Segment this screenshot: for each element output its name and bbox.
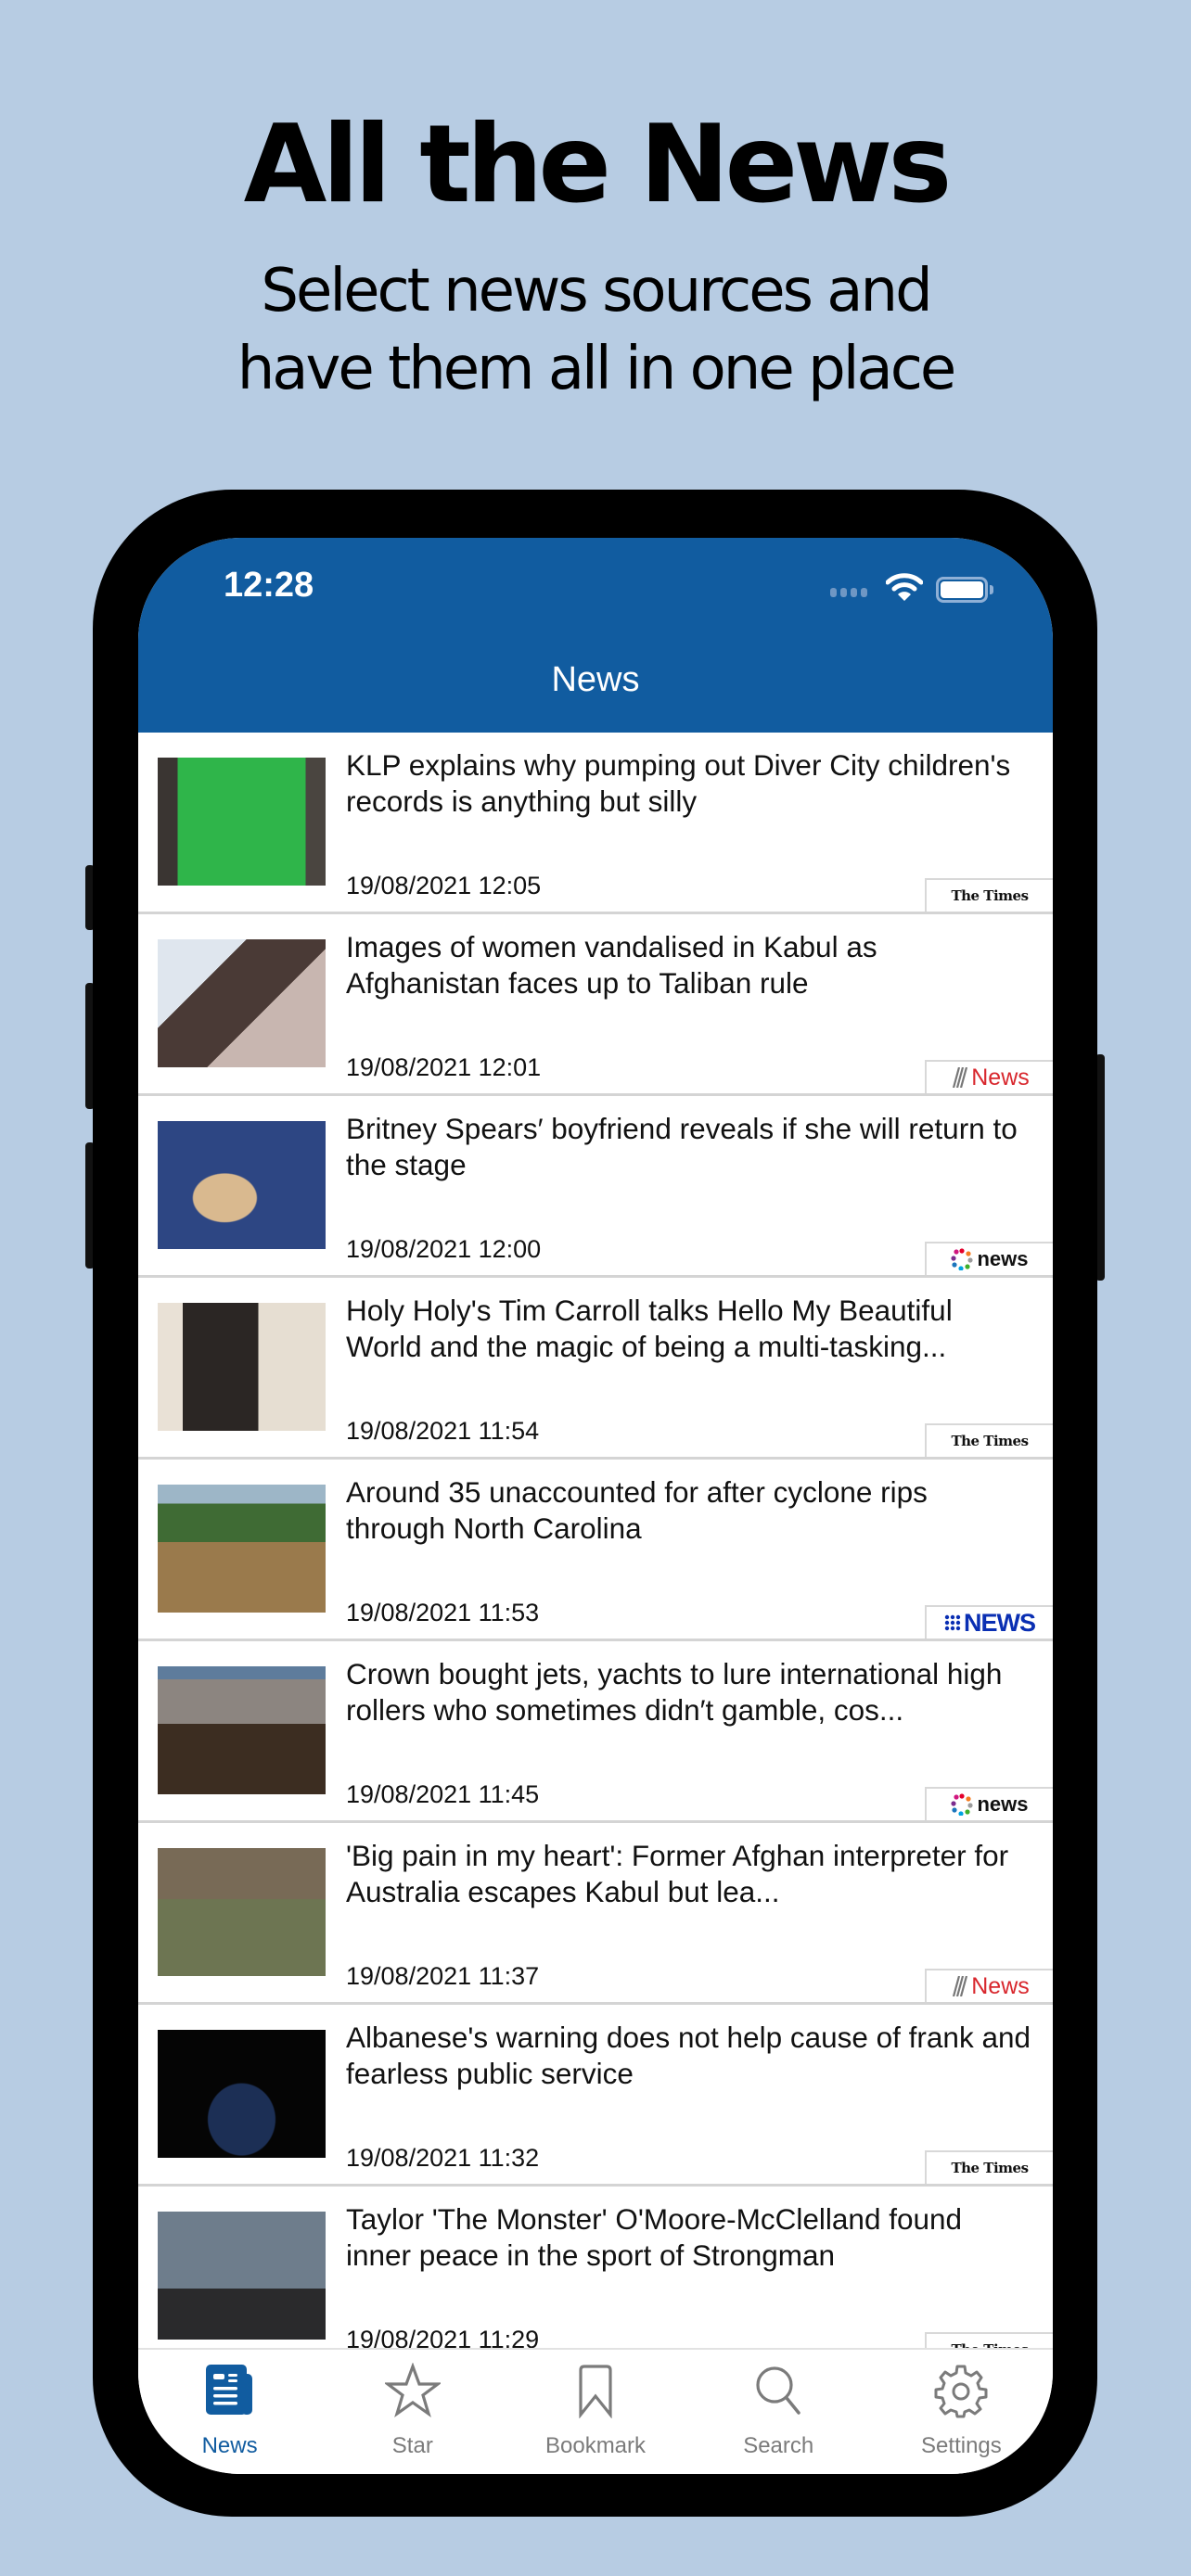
article-date: 19/08/2021 12:01 [346, 1053, 542, 1081]
article-thumbnail [158, 939, 326, 1067]
article-date: 19/08/2021 11:32 [346, 2144, 540, 2172]
status-time: 12:28 [224, 566, 314, 605]
article-title: 'Big pain in my heart': Former Afghan in… [346, 1839, 1009, 1908]
sbs-news-logo: News [950, 1973, 1030, 2000]
the-times-logo: The Times [951, 1433, 1029, 1449]
article-row[interactable]: Britney Spears′ boyfriend reveals if she… [138, 1096, 1053, 1278]
tab-label: Bookmark [544, 2433, 647, 2458]
sbs-stripes-icon [953, 1067, 968, 1088]
tab-bar: News Star Bookmark Search Settings [138, 2348, 1053, 2474]
source-badge: The Times [925, 878, 1053, 912]
article-date: 19/08/2021 12:05 [346, 872, 542, 899]
tab-label: News [201, 2433, 258, 2458]
article-row[interactable]: Images of women vandalised in Kabul as A… [138, 914, 1053, 1096]
article-title: Britney Spears′ boyfriend reveals if she… [346, 1112, 1018, 1181]
seven-dots-icon [951, 1793, 974, 1816]
article-list[interactable]: KLP explains why pumping out Diver City … [138, 733, 1053, 2357]
tab-star[interactable]: Star [321, 2350, 504, 2474]
source-badge: News [925, 1969, 1053, 2002]
nine-dots-icon [944, 1614, 961, 1631]
article-row[interactable]: Albanese's warning does not help cause o… [138, 2005, 1053, 2187]
tab-label: Settings [921, 2433, 1002, 2458]
seven-news-text: news [977, 1247, 1029, 1270]
article-thumbnail [158, 1848, 326, 1976]
seven-news-text: news [977, 1792, 1029, 1816]
article-thumbnail [158, 2030, 326, 2158]
battery-icon [936, 577, 988, 603]
promo-headline: All the News [243, 102, 953, 227]
page-title: News [551, 660, 640, 699]
article-thumbnail [158, 1303, 326, 1431]
article-row[interactable]: Around 35 unaccounted for after cyclone … [138, 1460, 1053, 1641]
nine-news-text: NEWS [964, 1608, 1036, 1637]
nine-news-logo: NEWS [944, 1608, 1036, 1638]
article-title: KLP explains why pumping out Diver City … [346, 748, 1011, 818]
article-thumbnail [158, 2212, 326, 2340]
sbs-news-logo: News [950, 1065, 1030, 1091]
source-badge: The Times [925, 2150, 1053, 2184]
article-date: 19/08/2021 11:54 [346, 1417, 540, 1445]
phone-frame: 12:28 News KLP explains why pumping out … [93, 490, 1097, 2517]
tab-settings[interactable]: Settings [870, 2350, 1053, 2474]
tab-label: Star [391, 2433, 433, 2458]
source-badge: news [925, 1242, 1053, 1275]
sbs-news-text: News [971, 1064, 1030, 1090]
article-date: 19/08/2021 11:37 [346, 1962, 540, 1990]
source-badge: The Times [925, 1423, 1053, 1457]
seven-dots-icon [951, 1248, 974, 1270]
article-thumbnail [158, 1485, 326, 1613]
article-thumbnail [158, 1666, 326, 1794]
the-times-logo: The Times [951, 887, 1029, 904]
tab-label: Search [743, 2433, 814, 2458]
tab-search[interactable]: Search [687, 2350, 870, 2474]
article-title: Around 35 unaccounted for after cyclone … [346, 1475, 928, 1545]
article-title: Crown bought jets, yachts to lure intern… [346, 1657, 1003, 1727]
sbs-news-text: News [971, 1972, 1030, 1999]
article-date: 19/08/2021 12:00 [346, 1235, 542, 1263]
article-date: 19/08/2021 11:45 [346, 1780, 540, 1808]
source-badge: News [925, 1060, 1053, 1093]
phone-screen: 12:28 News KLP explains why pumping out … [138, 538, 1053, 2474]
tab-news[interactable]: News [138, 2350, 321, 2474]
sbs-stripes-icon [953, 1976, 968, 1996]
promo-subhead-line1: Select news sources and [261, 257, 932, 325]
article-title: Taylor 'The Monster' O'Moore-McClelland … [346, 2202, 963, 2272]
article-title: Images of women vandalised in Kabul as A… [346, 930, 877, 1000]
article-row[interactable]: 'Big pain in my heart': Former Afghan in… [138, 1823, 1053, 2005]
article-title: Holy Holy's Tim Carroll talks Hello My B… [346, 1294, 953, 1363]
promo-subhead-line2: have them all in one place [237, 335, 957, 403]
article-row[interactable]: Crown bought jets, yachts to lure intern… [138, 1641, 1053, 1823]
seven-news-logo: news [951, 1792, 1029, 1817]
source-badge: NEWS [925, 1605, 1053, 1639]
article-thumbnail [158, 1121, 326, 1249]
article-date: 19/08/2021 11:53 [346, 1599, 540, 1626]
wifi-icon [886, 573, 923, 601]
article-title: Albanese's warning does not help cause o… [346, 2021, 1031, 2090]
navigation-header: 12:28 News [138, 538, 1053, 733]
tab-bookmark[interactable]: Bookmark [504, 2350, 686, 2474]
the-times-logo: The Times [951, 2160, 1029, 2176]
seven-news-logo: news [951, 1247, 1029, 1271]
article-row[interactable]: Holy Holy's Tim Carroll talks Hello My B… [138, 1278, 1053, 1460]
promo-subhead: Select news sources and have them all in… [0, 252, 1191, 408]
source-badge: news [925, 1787, 1053, 1820]
article-row[interactable]: KLP explains why pumping out Diver City … [138, 733, 1053, 914]
battery-tip [990, 585, 993, 594]
cellular-signal-icon [830, 588, 867, 597]
article-row[interactable]: Taylor 'The Monster' O'Moore-McClelland … [138, 2187, 1053, 2357]
article-thumbnail [158, 758, 326, 886]
